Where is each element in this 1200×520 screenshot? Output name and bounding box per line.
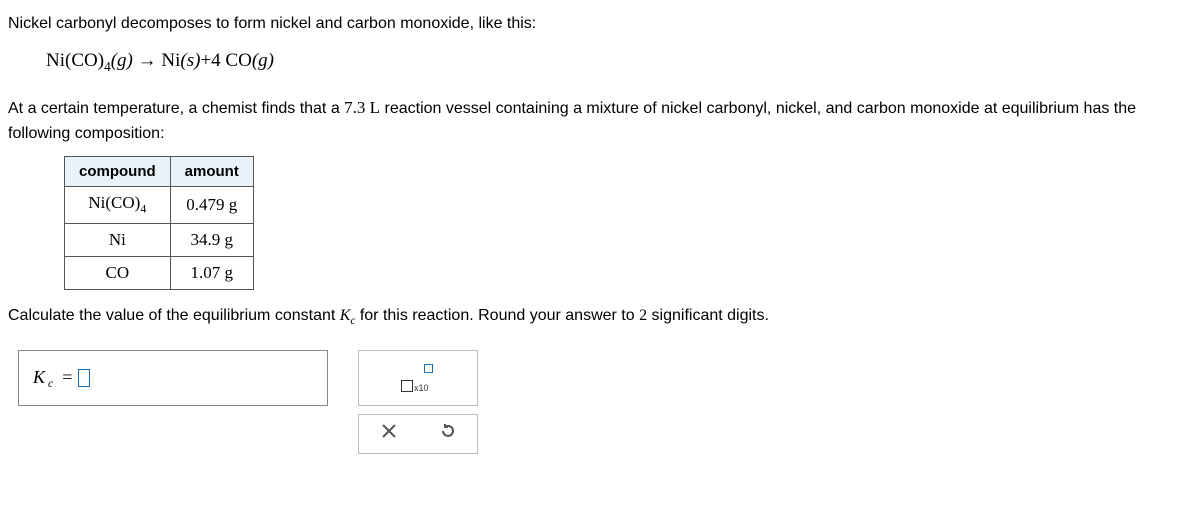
intro-text: Nickel carbonyl decomposes to form nicke… (8, 12, 1192, 36)
answer-equals: = (62, 367, 72, 388)
lhs-sub: 4 (104, 59, 111, 74)
lhs-state: (g) (111, 50, 133, 71)
prompt-c: significant digits. (647, 307, 769, 324)
compound-name: CO (106, 263, 130, 282)
amount-cell: 1.07 g (170, 256, 253, 289)
composition-table: compound amount Ni(CO)4 0.479 g Ni 34.9 … (64, 156, 254, 289)
sci-exponent-box (424, 364, 433, 373)
context-a: At a certain temperature, a chemist find… (8, 100, 344, 117)
table-header-row: compound amount (65, 157, 254, 187)
prompt-k: K (340, 307, 351, 324)
prompt-b: for this reaction. Round your answer to (355, 307, 639, 324)
x-icon (380, 422, 398, 440)
compound-sub: 4 (140, 202, 146, 216)
context-vol: 7.3 L (344, 98, 380, 117)
answer-box: Kc = (18, 350, 328, 406)
reaction-equation: Ni(CO)4(g) → Ni(s)+4 CO(g) (46, 50, 1192, 75)
table-row: Ni 34.9 g (65, 223, 254, 256)
scientific-notation-button[interactable]: x10 (401, 364, 435, 392)
coef: 4 (211, 50, 221, 71)
rhs2: CO (225, 50, 251, 71)
tool-panel: x10 (358, 350, 478, 454)
answer-row: Kc = x10 (18, 350, 1192, 454)
amount-cell: 34.9 g (170, 223, 253, 256)
reset-icon (439, 422, 457, 440)
rhs1-state: (s) (180, 50, 200, 71)
question-prompt: Calculate the value of the equilibrium c… (8, 304, 1192, 330)
answer-ksub: c (48, 377, 53, 390)
table-row: Ni(CO)4 0.479 g (65, 187, 254, 223)
compound-cell: CO (65, 256, 171, 289)
rhs1: Ni (161, 50, 180, 71)
table-row: CO 1.07 g (65, 256, 254, 289)
amount-cell: 0.479 g (170, 187, 253, 223)
compound-name: Ni(CO) (88, 193, 140, 212)
answer-k: K (33, 367, 45, 388)
header-amount: amount (170, 157, 253, 187)
context-text: At a certain temperature, a chemist find… (8, 95, 1192, 147)
lhs-compound: Ni(CO) (46, 50, 104, 71)
compound-cell: Ni(CO)4 (65, 187, 171, 223)
sci-base-box (401, 380, 413, 392)
prompt-a: Calculate the value of the equilibrium c… (8, 307, 340, 324)
clear-button[interactable] (380, 422, 398, 445)
compound-cell: Ni (65, 223, 171, 256)
compound-name: Ni (109, 230, 126, 249)
prompt-sig: 2 (639, 307, 647, 324)
tool-top-row: x10 (358, 350, 478, 406)
arrow: → (138, 50, 157, 71)
reset-button[interactable] (439, 422, 457, 445)
answer-input[interactable] (78, 369, 90, 387)
header-compound: compound (65, 157, 171, 187)
plus: + (200, 50, 211, 71)
tool-bottom-row (358, 414, 478, 454)
rhs2-state: (g) (252, 50, 274, 71)
sci-x10-label: x10 (414, 383, 429, 393)
